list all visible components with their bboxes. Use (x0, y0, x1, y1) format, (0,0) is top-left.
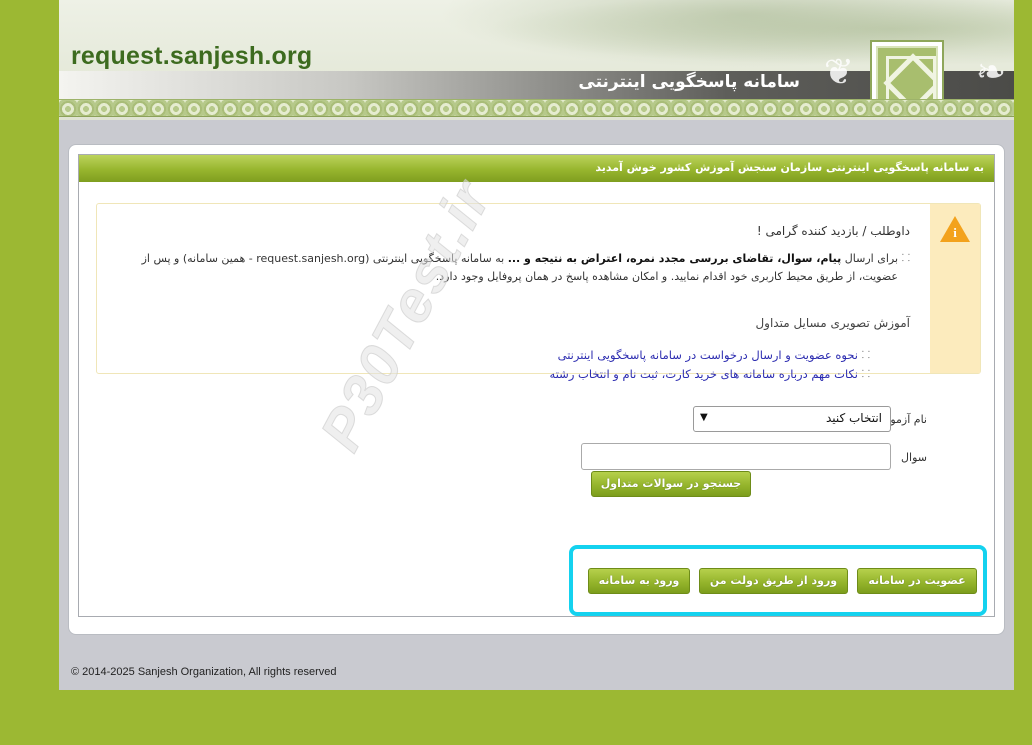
notice-strip: i (930, 204, 980, 373)
footer-copyright: © 2014-2025 Sanjesh Organization, All ri… (71, 666, 337, 678)
notice-greeting: داوطلب / بازدید کننده گرامی ! (756, 224, 910, 238)
swirl-ornament-icon: ❦ (823, 52, 854, 93)
header-subtitle: سامانه پاسخگویی اینترنتی (578, 72, 800, 92)
warning-icon: i (940, 216, 970, 242)
site-header: request.sanjesh.org سامانه پاسخگویی اینت… (59, 0, 1014, 120)
register-button[interactable]: عضویت در سامانه (857, 568, 977, 594)
warning-mark: i (953, 225, 957, 240)
notice-body: داوطلب / بازدید کننده گرامی ! برای ارسال… (140, 222, 910, 384)
exam-selected-value: انتخاب کنید (825, 411, 882, 425)
page-container: request.sanjesh.org سامانه پاسخگویی اینت… (59, 0, 1014, 690)
notice-paragraph: برای ارسال پیام، سوال، تقاضای بررسی مجدد… (140, 250, 910, 286)
faq-title: آموزش تصویری مسایل متداول (755, 316, 910, 330)
faq-link-membership[interactable]: نحوه عضویت و ارسال درخواست در سامانه پاس… (140, 346, 870, 365)
notice-box: i داوطلب / بازدید کننده گرامی ! برای ارس… (96, 203, 981, 384)
login-button[interactable]: ورود به سامانه (588, 568, 690, 594)
faq-link-registration-tips[interactable]: نکات مهم درباره سامانه های خرید کارت، ثب… (140, 365, 870, 384)
site-name[interactable]: request.sanjesh.org (71, 42, 312, 71)
chevron-down-icon: ▼ (700, 412, 708, 423)
faq-links: نحوه عضویت و ارسال درخواست در سامانه پاس… (140, 346, 910, 384)
notice-intro-bold: پیام، سوال، تقاضای بررسی مجدد نمره، اعتر… (507, 252, 842, 265)
swirl-ornament-right-icon: ❧ (975, 52, 1006, 93)
question-label: سوال (901, 451, 927, 464)
header-ornament-strip (59, 99, 1014, 117)
faq-search-button[interactable]: جستجو در سوالات متداول (591, 471, 751, 497)
card-inner-panel: به سامانه پاسخگویی اینترنتی سازمان سنجش … (78, 154, 995, 617)
gov-login-button[interactable]: ورود از طریق دولت من (699, 568, 848, 594)
notice-intro-prefix: برای ارسال (841, 252, 898, 265)
main-card: به سامانه پاسخگویی اینترنتی سازمان سنجش … (68, 144, 1005, 635)
exam-name-select[interactable]: انتخاب کنید ▼ (693, 406, 891, 432)
card-title: به سامانه پاسخگویی اینترنتی سازمان سنجش … (79, 155, 994, 182)
question-input[interactable] (581, 443, 891, 470)
